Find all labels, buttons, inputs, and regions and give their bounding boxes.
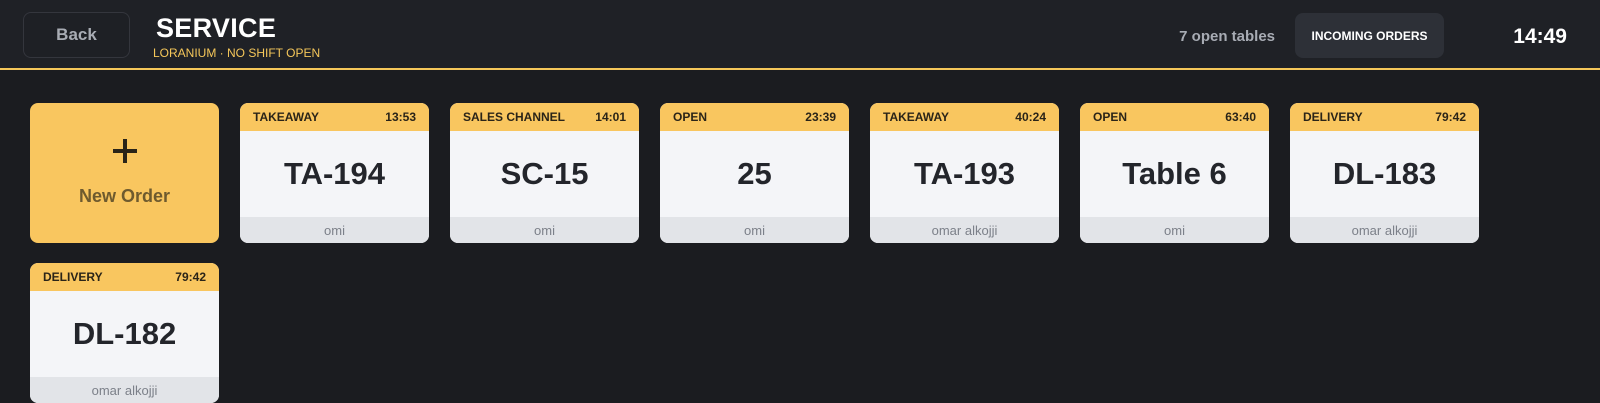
order-card[interactable]: TAKEAWAY 40:24 TA-193 omar alkojji [870,103,1059,243]
order-card-header: DELIVERY 79:42 [30,263,219,291]
order-name: Table 6 [1122,156,1227,191]
order-card[interactable]: TAKEAWAY 13:53 TA-194 omi [240,103,429,243]
order-card-header: OPEN 63:40 [1080,103,1269,131]
order-staff: omar alkojji [30,377,219,403]
order-name: SC-15 [500,156,589,191]
order-time: 13:53 [385,110,416,124]
order-staff: omi [240,217,429,243]
order-name: TA-194 [283,156,386,191]
order-type: SALES CHANNEL [463,110,566,124]
order-card-header: OPEN 23:39 [660,103,849,131]
order-card-header: SALES CHANNEL 14:01 [450,103,639,131]
order-card[interactable]: OPEN 63:40 Table 6 omi [1080,103,1269,243]
order-card[interactable]: OPEN 23:39 25 omi [660,103,849,243]
order-time: 79:42 [1435,110,1466,124]
order-card-header: TAKEAWAY 13:53 [240,103,429,131]
order-card-header: DELIVERY 79:42 [1290,103,1479,131]
clock: 14:49 [1513,25,1567,48]
order-time: 14:01 [595,110,626,124]
order-type: OPEN [1093,110,1128,124]
order-type: DELIVERY [43,270,103,284]
page-title: SERVICE [156,13,277,43]
order-staff: omar alkojji [870,217,1059,243]
order-name: DL-183 [1332,156,1437,191]
back-button[interactable]: Back [23,12,130,58]
order-type: DELIVERY [1303,110,1363,124]
order-staff: omar alkojji [1290,217,1479,243]
order-staff: omi [660,217,849,243]
order-type: OPEN [673,110,708,124]
shift-status: LORANIUM · NO SHIFT OPEN [153,46,321,60]
orders-grid: New Order TAKEAWAY 13:53 TA-194 omi SALE… [30,103,1570,403]
plus-icon [112,139,137,163]
order-card-header: TAKEAWAY 40:24 [870,103,1059,131]
order-time: 79:42 [175,270,206,284]
open-tables-count: 7 open tables [1179,28,1275,45]
order-type: TAKEAWAY [883,110,950,124]
order-time: 40:24 [1015,110,1046,124]
new-order-button[interactable]: New Order [30,103,219,243]
new-order-label: New Order [78,186,171,206]
order-name: DL-182 [72,316,177,351]
order-time: 23:39 [805,110,836,124]
order-type: TAKEAWAY [253,110,320,124]
order-card[interactable]: DELIVERY 79:42 DL-182 omar alkojji [30,263,219,403]
order-name: 25 [737,156,772,191]
order-card[interactable]: DELIVERY 79:42 DL-183 omar alkojji [1290,103,1479,243]
order-time: 63:40 [1225,110,1256,124]
order-staff: omi [1080,217,1269,243]
order-card[interactable]: SALES CHANNEL 14:01 SC-15 omi [450,103,639,243]
top-bar: Back SERVICE LORANIUM · NO SHIFT OPEN 7 … [0,0,1600,70]
order-name: TA-193 [913,156,1016,191]
incoming-orders-button[interactable]: INCOMING ORDERS [1295,13,1444,58]
order-staff: omi [450,217,639,243]
